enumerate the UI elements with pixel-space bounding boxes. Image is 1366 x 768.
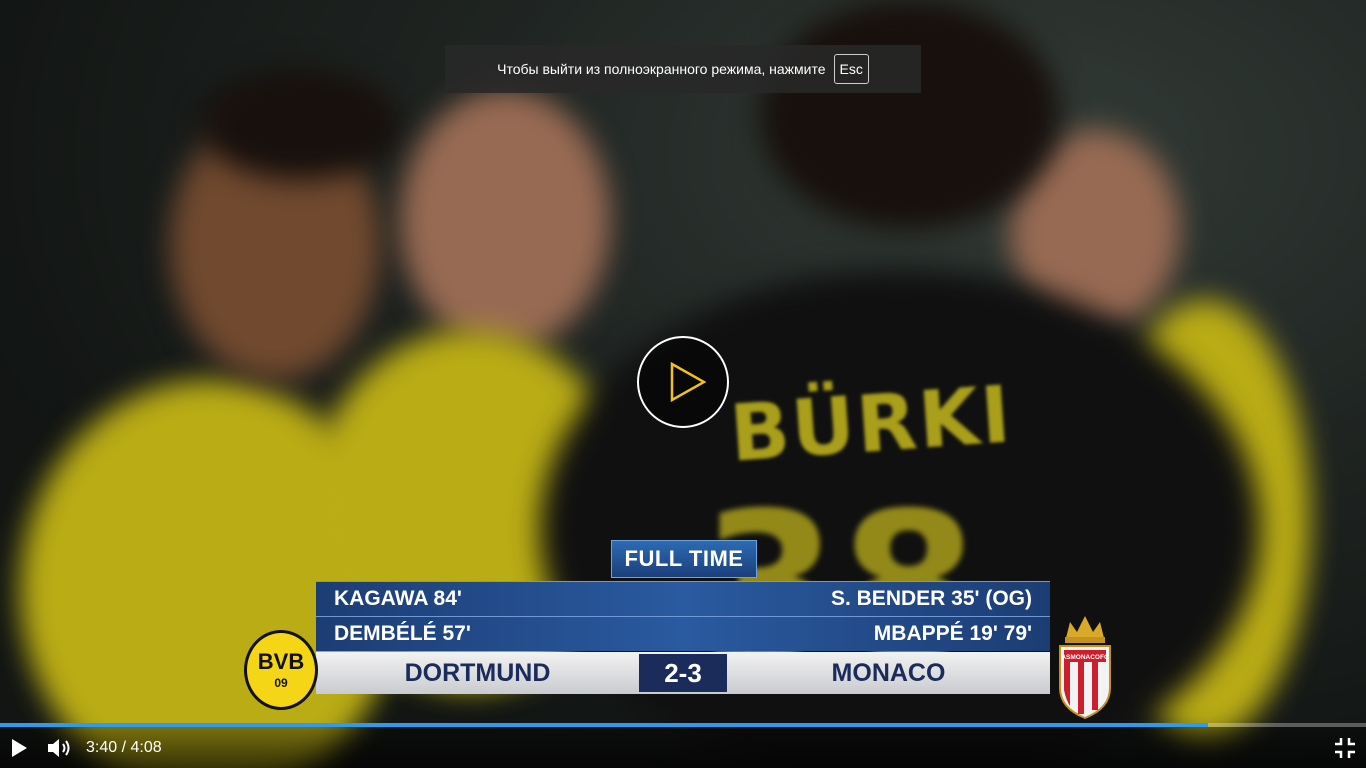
exit-fullscreen-button[interactable] xyxy=(1333,736,1357,765)
play-button[interactable] xyxy=(10,738,28,763)
play-icon xyxy=(670,362,706,402)
exit-fullscreen-icon xyxy=(1335,738,1355,758)
crest-text-bottom: 09 xyxy=(274,675,288,690)
fullscreen-notice-text: Чтобы выйти из полноэкранного режима, на… xyxy=(497,61,826,77)
play-icon xyxy=(12,739,27,757)
fullscreen-exit-notice: Чтобы выйти из полноэкранного режима, на… xyxy=(445,45,921,93)
volume-button[interactable] xyxy=(46,737,74,764)
volume-icon xyxy=(48,739,70,757)
crest-text-top: BVB xyxy=(257,648,305,674)
scorer-row: KAGAWA 84' S. BENDER 35' (OG) xyxy=(316,581,1050,616)
scorer-row: DEMBÉLÉ 57' MBAPPÉ 19' 79' xyxy=(316,616,1050,651)
away-team-name: MONACO xyxy=(831,658,946,687)
home-team-name: DORTMUND xyxy=(404,658,551,687)
monaco-crest-text: ASMONACOFC xyxy=(1061,654,1109,661)
center-play-button[interactable] xyxy=(637,336,729,428)
home-scorer: DEMBÉLÉ 57' xyxy=(334,622,471,645)
scoreboard: KAGAWA 84' S. BENDER 35' (OG) DEMBÉLÉ 57… xyxy=(316,581,1050,694)
away-scorer: S. BENDER 35' (OG) xyxy=(830,587,1032,610)
monaco-crest: ASMONACOFC xyxy=(1059,616,1111,720)
teams-row: DORTMUND 2-3 MONACO xyxy=(316,652,1050,694)
match-score: 2-3 xyxy=(639,654,727,692)
home-scorer: KAGAWA 84' xyxy=(334,587,462,610)
full-time-label: FULL TIME xyxy=(611,540,757,578)
away-scorer: MBAPPÉ 19' 79' xyxy=(873,622,1032,645)
control-bar: 3:40 / 4:08 xyxy=(0,727,1366,768)
time-display: 3:40 / 4:08 xyxy=(86,739,162,756)
esc-key: Esc xyxy=(833,54,869,84)
dortmund-crest: BVB 09 xyxy=(244,630,318,710)
